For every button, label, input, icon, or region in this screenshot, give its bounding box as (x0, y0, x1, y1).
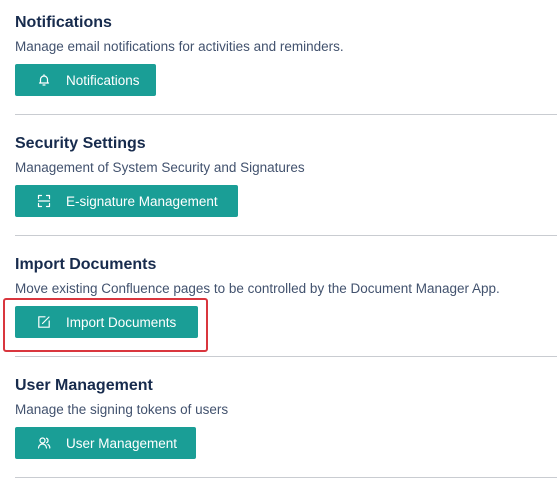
highlight-box (3, 298, 208, 352)
section-title: User Management (15, 377, 153, 394)
section-title: Import Documents (15, 256, 157, 273)
divider (15, 356, 557, 357)
section-description: Manage the signing tokens of users (15, 402, 229, 417)
bell-icon (37, 73, 51, 87)
button-label: User Management (66, 435, 178, 451)
section-description: Manage email notifications for activitie… (15, 39, 344, 54)
users-icon (37, 436, 51, 450)
notifications-button[interactable]: Notifications (15, 64, 156, 96)
section-title: Notifications (15, 14, 112, 31)
scan-icon (37, 194, 51, 208)
divider (15, 114, 557, 115)
section-description: Move existing Confluence pages to be con… (15, 281, 500, 296)
section-title: Security Settings (15, 135, 146, 152)
button-label: Notifications (66, 72, 140, 88)
section-description: Management of System Security and Signat… (15, 160, 305, 175)
divider (15, 477, 557, 478)
e-signature-management-button[interactable]: E-signature Management (15, 185, 238, 217)
divider (15, 235, 557, 236)
button-label: E-signature Management (66, 193, 218, 209)
user-management-button[interactable]: User Management (15, 427, 196, 459)
